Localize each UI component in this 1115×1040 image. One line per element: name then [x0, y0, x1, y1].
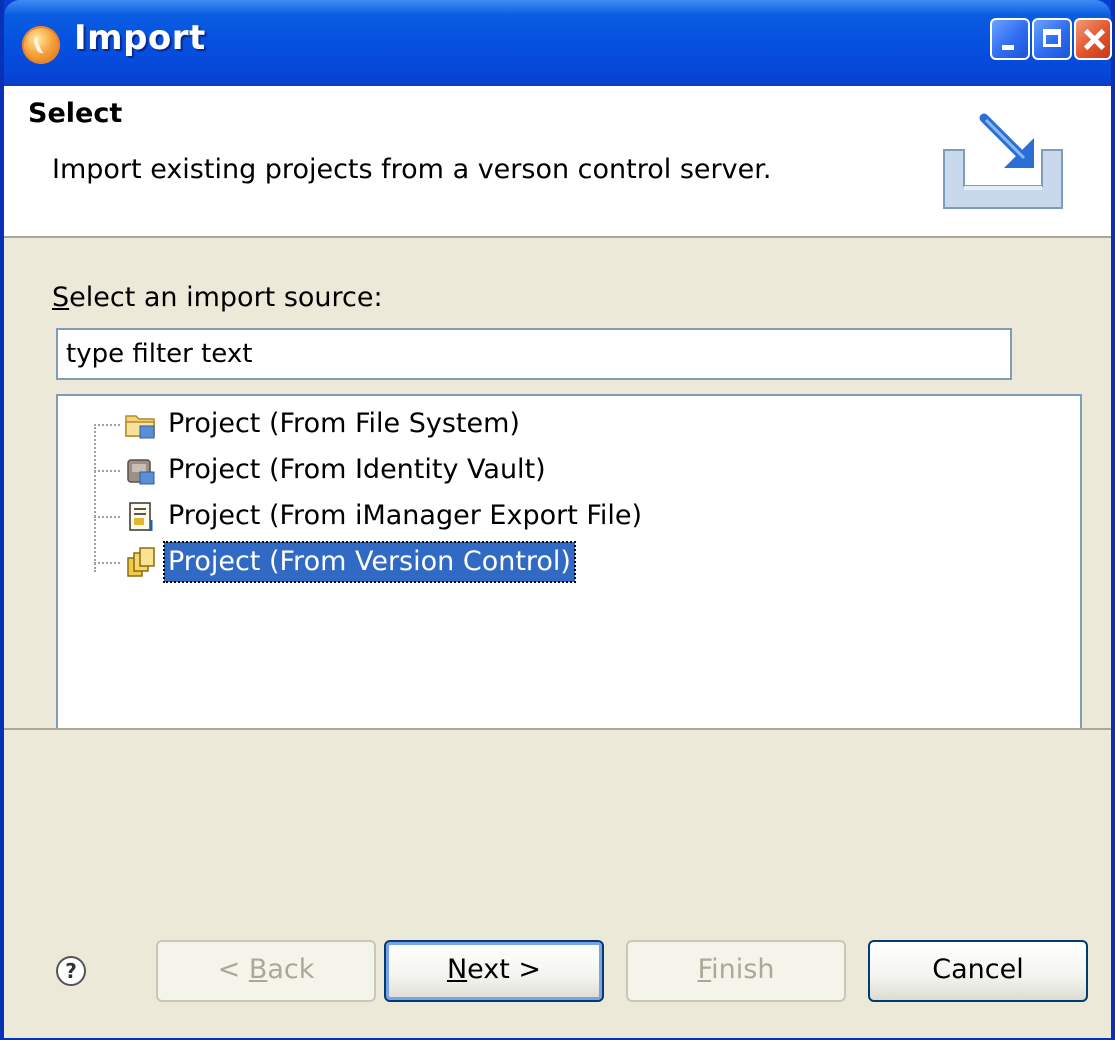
help-icon[interactable]: ?	[56, 956, 86, 986]
identity-vault-icon	[127, 459, 155, 485]
import-source-tree[interactable]: Project (From File System) Project (From…	[56, 394, 1082, 744]
folder-project-icon	[125, 415, 155, 439]
filter-input[interactable]	[56, 328, 1012, 380]
next-button[interactable]: Next >	[384, 940, 604, 1002]
window-title: Import	[74, 18, 206, 58]
version-control-icon	[127, 547, 155, 577]
back-button[interactable]: < Back	[156, 940, 376, 1002]
wizard-header: Select Import existing projects from a v…	[4, 86, 1111, 238]
page-title: Select	[28, 98, 123, 129]
tree-item-label: Project (From iManager Export File)	[168, 500, 643, 531]
import-source-label: Select an import source:	[52, 282, 383, 313]
tree-item-label: Project (From Version Control)	[163, 541, 576, 583]
tree-connector	[94, 424, 96, 572]
close-button[interactable]	[1074, 18, 1112, 60]
export-file-icon	[129, 502, 153, 531]
import-banner-icon	[943, 113, 1063, 209]
maximize-button[interactable]	[1032, 18, 1072, 60]
tree-item-label: Project (From File System)	[168, 408, 520, 439]
finish-button[interactable]: Finish	[626, 940, 846, 1002]
minimize-button[interactable]	[990, 18, 1030, 60]
cancel-button[interactable]: Cancel	[868, 940, 1088, 1002]
wizard-content: Select an import source: Project (From F…	[4, 238, 1111, 744]
import-dialog-window: Import Select Import existing projects f…	[0, 0, 1115, 1040]
button-bar: ? < Back Next > Finish Cancel	[4, 728, 1111, 1038]
page-description: Import existing projects from a verson c…	[52, 154, 772, 185]
tree-item-label: Project (From Identity Vault)	[168, 454, 546, 485]
app-icon	[22, 26, 60, 64]
title-bar[interactable]: Import	[4, 0, 1112, 86]
